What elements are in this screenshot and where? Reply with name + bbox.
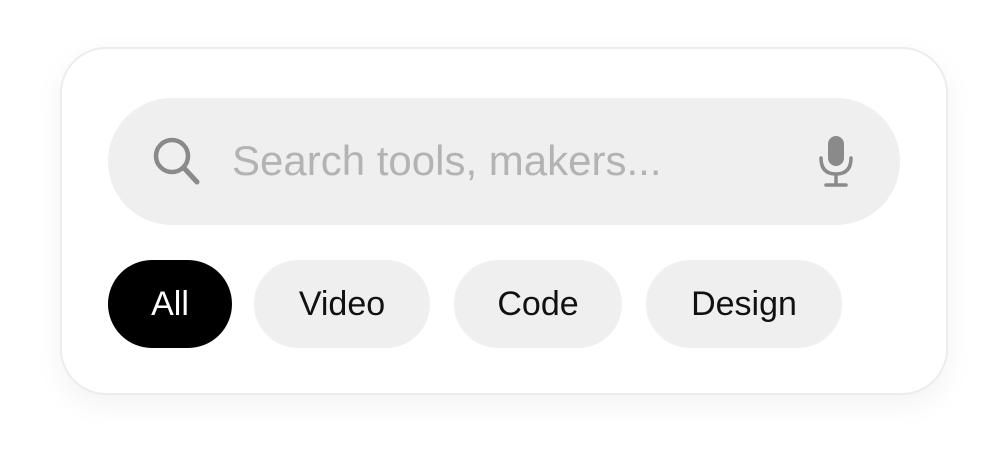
search-input[interactable] [232, 128, 792, 194]
filter-chip-label: Design [691, 284, 797, 323]
filter-chip-label: Code [497, 284, 579, 323]
search-bar[interactable] [108, 98, 900, 225]
filter-chip-label: Video [298, 284, 386, 323]
filter-chip-all[interactable]: All [108, 260, 232, 348]
search-panel-stage: All Video Code Design [0, 0, 1000, 472]
search-icon [152, 136, 202, 188]
filter-chip-code[interactable]: Code [454, 260, 622, 348]
filter-chip-video[interactable]: Video [254, 260, 430, 348]
filter-chip-label: All [151, 284, 189, 323]
microphone-icon[interactable] [816, 134, 856, 190]
filter-chip-design[interactable]: Design [646, 260, 842, 348]
